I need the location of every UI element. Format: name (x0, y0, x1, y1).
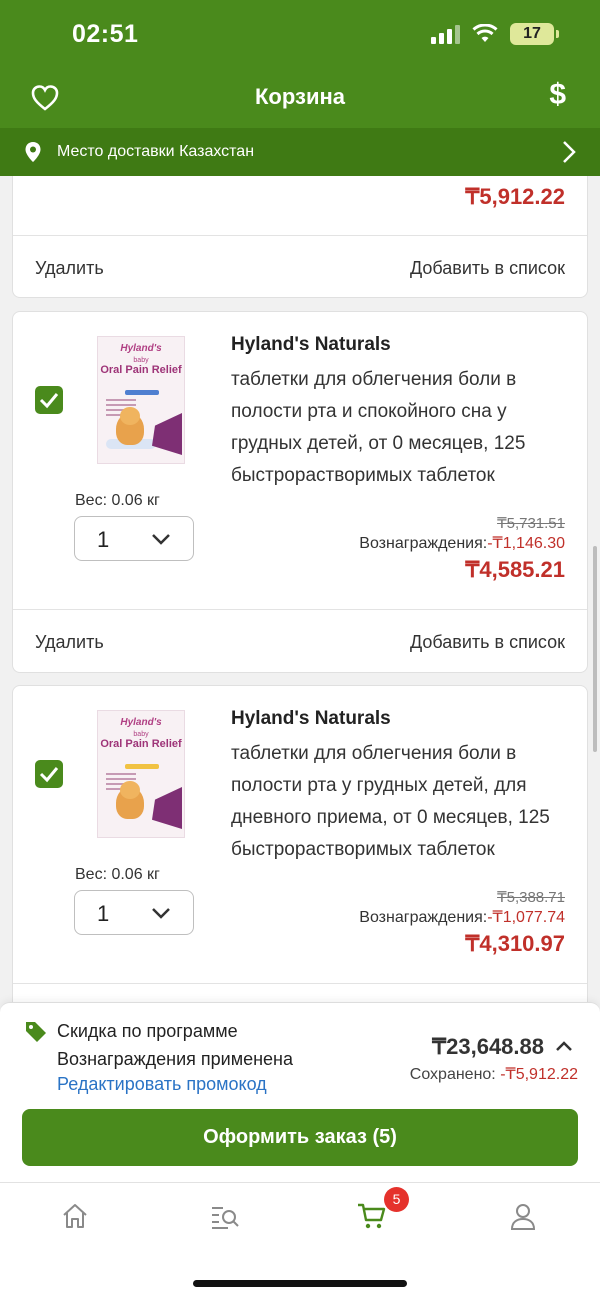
divider (13, 235, 587, 236)
product-brand[interactable]: Hyland's Naturals (231, 334, 391, 356)
rewards-label: Вознаграждения: (359, 535, 488, 552)
tag-icon (26, 1022, 46, 1042)
product-image-title: Oral Pain Relief (100, 738, 182, 750)
add-to-list-button[interactable]: Добавить в список (410, 632, 565, 653)
quantity-select[interactable]: 1 (74, 890, 194, 935)
signal-icon (431, 24, 460, 44)
quantity-value: 1 (97, 527, 110, 552)
add-to-list-button[interactable]: Добавить в список (410, 258, 565, 279)
wifi-icon (472, 24, 498, 42)
chevron-up-icon[interactable] (555, 1040, 573, 1052)
page-title: Корзина (255, 84, 345, 109)
delivery-location-label: Место доставки Казахстан (57, 143, 255, 160)
item-weight: Вес: 0.06 кг (75, 492, 160, 509)
quantity-value: 1 (97, 901, 110, 926)
product-image-leaf (152, 413, 182, 455)
battery-icon: 17 (510, 23, 559, 45)
remove-button[interactable]: Удалить (35, 258, 104, 279)
product-image[interactable]: Hyland's baby Oral Pain Relief (97, 336, 185, 464)
chevron-down-icon (152, 908, 170, 919)
product-image-brand: Hyland's (120, 343, 162, 354)
status-time: 02:51 (72, 20, 139, 48)
product-image-bear-head (120, 407, 140, 425)
saved-label: Сохранено: (409, 1066, 496, 1083)
order-summary: Скидка по программе Вознаграждения приме… (0, 1002, 600, 1182)
product-image-title: Oral Pain Relief (100, 364, 182, 376)
scrollbar[interactable] (593, 546, 597, 752)
product-image-tag (125, 390, 159, 395)
price-old: ₸5,388.71 (497, 889, 565, 906)
checkmark-icon (39, 767, 59, 783)
discount-applied-text: Скидка по программе Вознаграждения приме… (57, 1021, 294, 1069)
cart-item: Hyland's baby Oral Pain Relief Вес: 0.06… (12, 685, 588, 1002)
rewards-value: -₸1,077.74 (487, 909, 565, 926)
price-old: ₸5,731.51 (497, 515, 565, 532)
checkout-button[interactable]: Оформить заказ (5) (22, 1109, 578, 1166)
cart-item: ₸5,912.22 Удалить Добавить в список (12, 176, 588, 298)
location-pin-icon (25, 142, 41, 162)
checkmark-icon (39, 393, 59, 409)
rewards-discount: Вознаграждения:-₸1,077.74 (359, 907, 565, 927)
product-image[interactable]: Hyland's baby Oral Pain Relief (97, 710, 185, 838)
quantity-select[interactable]: 1 (74, 516, 194, 561)
cart-icon[interactable] (357, 1201, 387, 1231)
chevron-down-icon (152, 534, 170, 545)
product-image-leaf (152, 787, 182, 829)
cart-count-badge: 5 (384, 1187, 409, 1212)
bottom-tab-bar: 5 (0, 1182, 600, 1297)
chevron-right-icon (563, 141, 576, 163)
status-icons: 17 (431, 23, 559, 45)
price-final: ₸4,310.97 (465, 931, 565, 956)
edit-promo-link[interactable]: Редактировать промокод (57, 1074, 267, 1095)
catalog-search-icon[interactable] (210, 1201, 240, 1231)
product-description[interactable]: таблетки для облегчения боли в полости р… (231, 738, 576, 866)
status-bar: 02:51 17 (0, 0, 600, 70)
item-weight: Вес: 0.06 кг (75, 866, 160, 883)
divider (13, 983, 587, 984)
rewards-discount: Вознаграждения:-₸1,146.30 (359, 533, 565, 553)
product-image-baby: baby (133, 731, 149, 738)
home-icon[interactable] (60, 1201, 90, 1231)
account-icon[interactable] (508, 1201, 538, 1231)
product-image-baby: baby (133, 357, 149, 364)
saved-amount: Сохранено: -₸5,912.22 (410, 1064, 578, 1084)
product-brand[interactable]: Hyland's Naturals (231, 708, 391, 730)
product-description[interactable]: таблетки для облегчения боли в полости р… (231, 364, 576, 492)
rewards-value: -₸1,146.30 (487, 535, 565, 552)
saved-value: -₸5,912.22 (500, 1066, 578, 1083)
item-checkbox[interactable] (35, 760, 63, 788)
price-final: ₸5,912.22 (465, 184, 565, 209)
product-image-tag (125, 764, 159, 769)
item-checkbox[interactable] (35, 386, 63, 414)
header: Корзина $ (0, 70, 600, 128)
dollar-icon[interactable]: $ (549, 78, 566, 112)
price-final: ₸4,585.21 (465, 557, 565, 582)
divider (13, 609, 587, 610)
home-indicator (193, 1280, 407, 1287)
cart-item: Hyland's baby Oral Pain Relief Вес: 0.06… (12, 311, 588, 673)
remove-button[interactable]: Удалить (35, 632, 104, 653)
product-image-brand: Hyland's (120, 717, 162, 728)
rewards-label: Вознаграждения: (359, 909, 488, 926)
product-image-bear-head (120, 781, 140, 799)
cart-list[interactable]: ₸5,912.22 Удалить Добавить в список Hyla… (0, 176, 600, 1002)
order-total[interactable]: ₸23,648.88 (432, 1034, 544, 1060)
delivery-location-bar[interactable]: Место доставки Казахстан (0, 128, 600, 176)
